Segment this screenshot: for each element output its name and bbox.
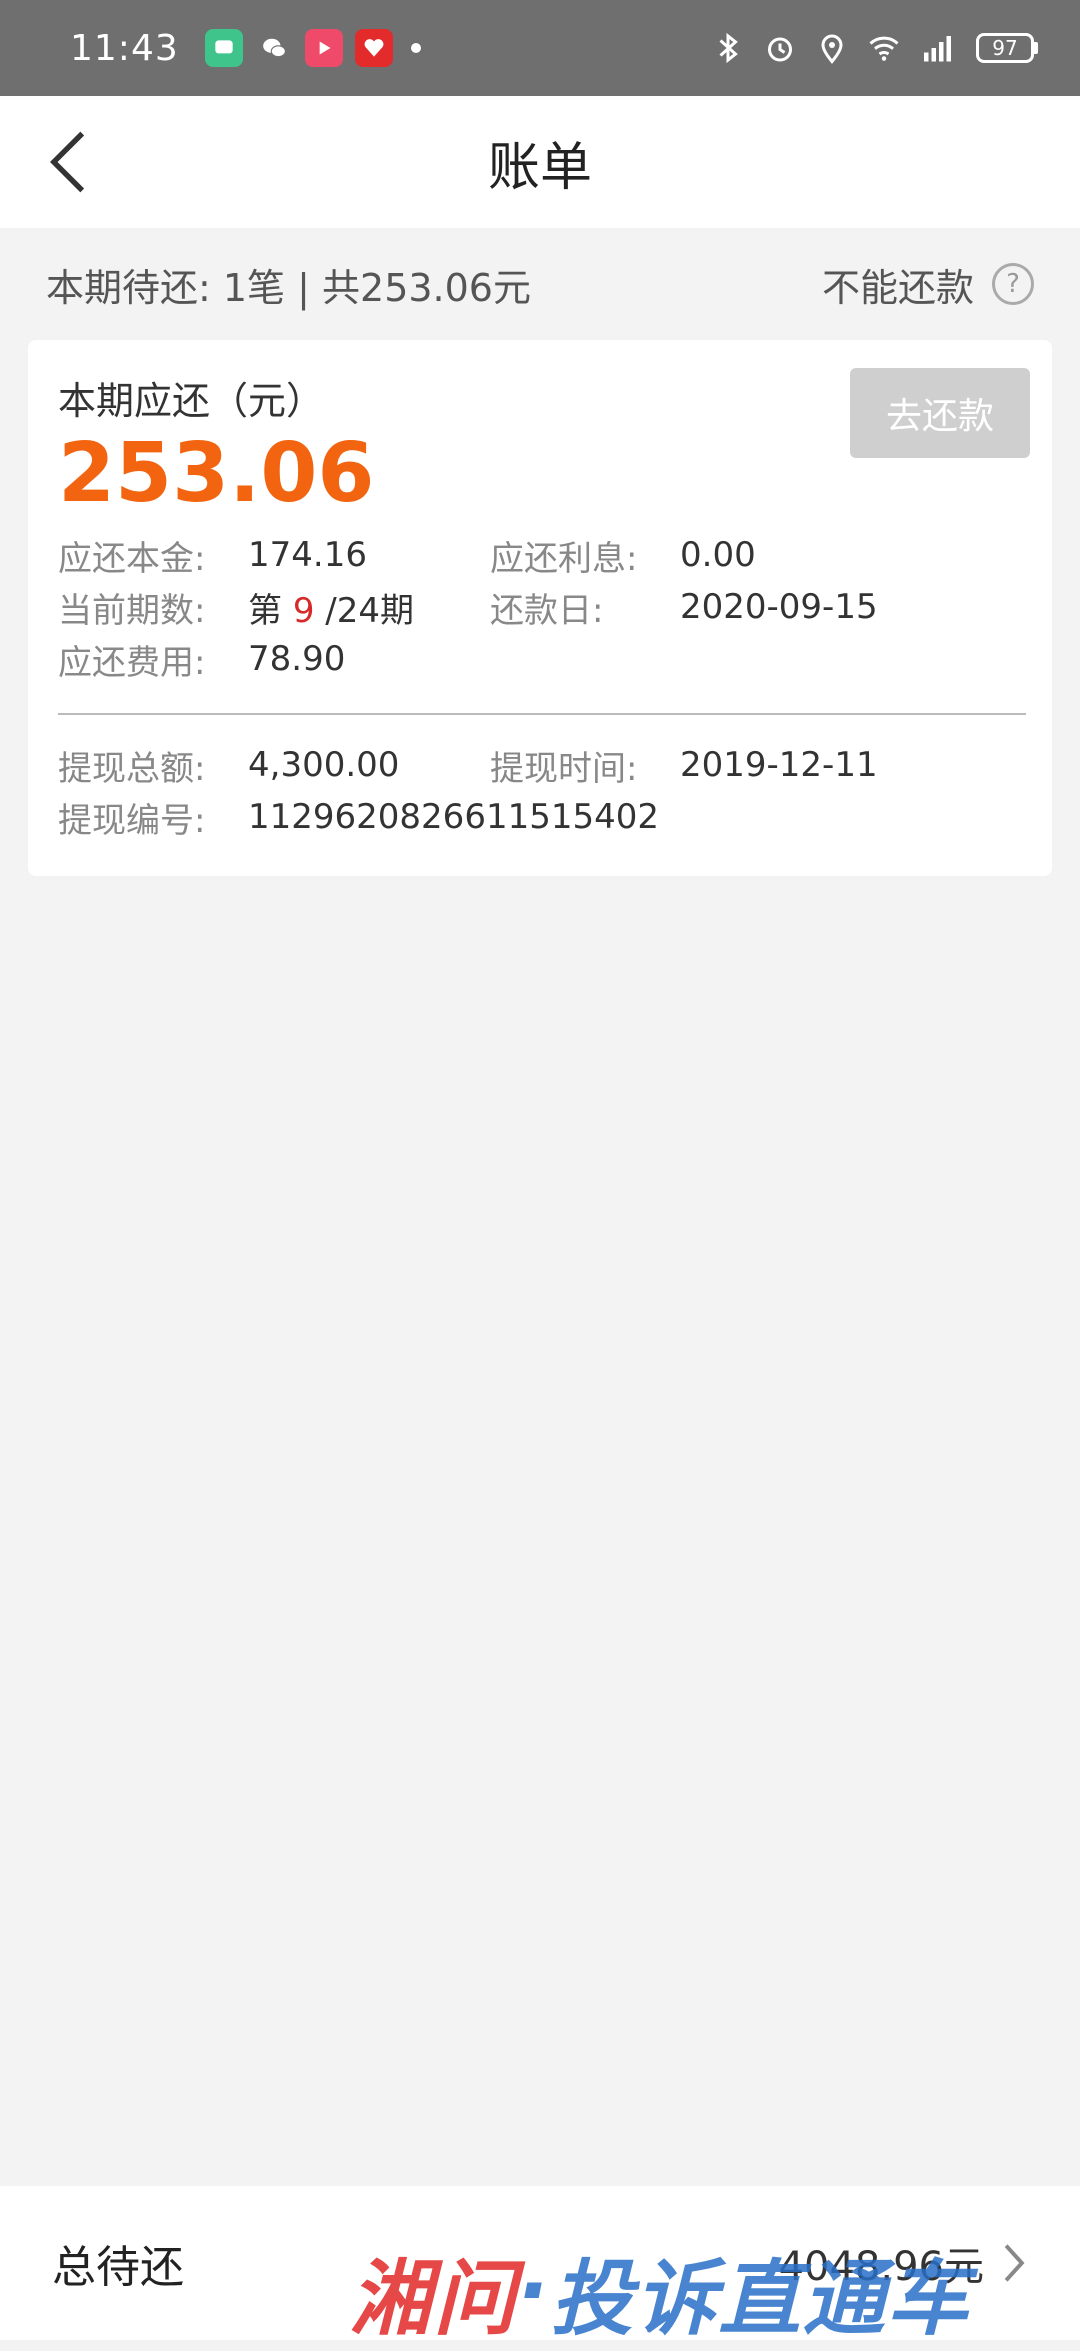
page-title: 账单 [487, 137, 592, 198]
signal-4g-icon [924, 36, 951, 62]
info-row: 提现编号: 1129620826611515402 [58, 791, 1022, 843]
info-row: 应还费用: 78.90 [58, 633, 1022, 685]
total-due-link[interactable]: 4048.96元 [779, 2234, 1028, 2292]
summary-row: 本期待还: 1笔 | 共253.06元 不能还款 ? [0, 228, 1080, 340]
cannot-repay-link[interactable]: 不能还款 ? [822, 257, 1034, 312]
withdraw-total-label: 提现总额: [58, 748, 206, 789]
wifi-icon [869, 36, 899, 61]
chevron-left-icon [50, 131, 85, 193]
bluetooth-icon [719, 32, 738, 64]
period-prefix: 第 [248, 590, 293, 631]
fee-value: 78.90 [248, 639, 346, 680]
back-button[interactable] [30, 124, 106, 200]
withdraw-details: 提现总额: 4,300.00 提现时间: 2019-12-11 提现编号: 11… [58, 739, 1022, 843]
principal-value: 174.16 [248, 535, 367, 576]
message-app-icon [204, 29, 243, 67]
shopping-app-icon [354, 29, 393, 67]
period-label: 当前期数: [58, 590, 206, 631]
divider [58, 713, 1026, 716]
pay-button[interactable]: 去还款 [850, 368, 1030, 458]
fee-label: 应还费用: [58, 642, 206, 683]
total-due-value: 4048.96元 [778, 2244, 984, 2290]
period-value: 第 9 /24期 [248, 583, 490, 632]
help-icon[interactable]: ? [992, 263, 1034, 305]
info-row: 当前期数: 第 9 /24期 还款日: 2020-09-15 [58, 581, 1022, 633]
due-date-value: 2020-09-15 [680, 587, 878, 628]
due-date-label: 还款日: [490, 590, 604, 631]
bill-details: 应还本金: 174.16 应还利息: 0.00 当前期数: 第 9 /24期 还… [58, 529, 1022, 685]
alarm-icon [768, 37, 792, 62]
battery-icon: 97 [976, 33, 1038, 63]
system-icons: 97 [710, 30, 1038, 66]
notification-dot [410, 43, 421, 53]
interest-value: 0.00 [680, 535, 756, 576]
withdraw-total-value: 4,300.00 [248, 745, 400, 786]
period-suffix: /24期 [314, 590, 414, 631]
cannot-repay-label: 不能还款 [821, 265, 974, 310]
info-row: 提现总额: 4,300.00 提现时间: 2019-12-11 [58, 739, 1022, 791]
status-bar: 11:43 97 [0, 0, 1080, 96]
period-current: 9 [292, 590, 315, 631]
battery-level: 97 [976, 33, 1034, 63]
wechat-icon [255, 29, 293, 67]
notification-icons [204, 29, 421, 67]
bill-card: 本期应还（元） 253.06 去还款 应还本金: 174.16 应还利息: 0.… [28, 340, 1052, 876]
location-icon [821, 34, 843, 64]
bottom-bar[interactable]: 总待还 4048.96元 [0, 2186, 1080, 2340]
summary-text: 本期待还: 1笔 | 共253.06元 [46, 265, 531, 310]
info-row: 应还本金: 174.16 应还利息: 0.00 [58, 529, 1022, 581]
withdraw-no-value: 1129620826611515402 [248, 797, 660, 838]
status-time: 11:43 [70, 27, 179, 69]
interest-label: 应还利息: [490, 538, 638, 579]
nav-bar: 账单 [0, 96, 1080, 228]
total-due-label: 总待还 [52, 2242, 184, 2293]
withdraw-no-label: 提现编号: [58, 800, 206, 841]
chevron-right-icon [1004, 2244, 1025, 2282]
withdraw-time-label: 提现时间: [490, 748, 638, 789]
principal-label: 应还本金: [58, 538, 206, 579]
withdraw-time-value: 2019-12-11 [680, 745, 878, 786]
video-app-icon [304, 29, 343, 67]
